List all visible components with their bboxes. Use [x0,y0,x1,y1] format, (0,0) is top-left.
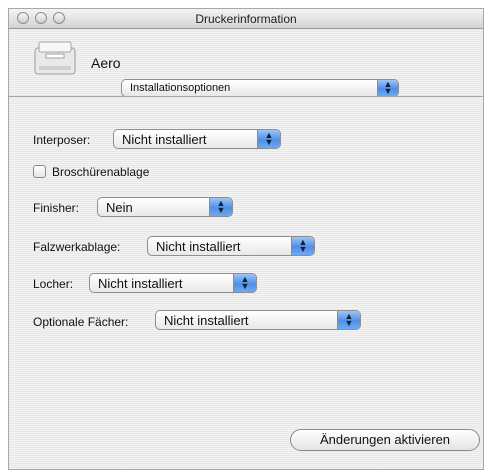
booklet-tray-label[interactable]: Broschürenablage [52,165,149,179]
puncher-value: Nicht installiert [98,275,183,291]
section-selector-popup[interactable]: Installationsoptionen ▲ ▼ [121,79,399,97]
updown-arrows-icon: ▲ ▼ [291,237,314,255]
printer-info-window: Druckerinformation Aero Installationsopt… [8,8,484,470]
updown-arrows-icon: ▲ ▼ [257,130,280,148]
window-title: Druckerinformation [195,12,297,26]
optional-trays-popup[interactable]: Nicht installiert ▲ ▼ [155,310,361,330]
printer-name: Aero [91,55,121,71]
folding-unit-label: Falzwerkablage: [33,240,121,254]
optional-trays-label: Optionale Fächer: [33,315,129,329]
finisher-popup[interactable]: Nein ▲ ▼ [97,197,233,217]
puncher-popup[interactable]: Nicht installiert ▲ ▼ [89,273,257,293]
section-divider [9,96,483,97]
folding-unit-value: Nicht installiert [156,238,241,254]
puncher-label: Locher: [33,277,74,291]
optional-trays-value: Nicht installiert [164,312,249,328]
updown-arrows-icon: ▲ ▼ [337,311,360,329]
apply-changes-button[interactable]: Änderungen aktivieren [290,429,480,451]
folding-unit-popup[interactable]: Nicht installiert ▲ ▼ [147,236,315,256]
interposer-label: Interposer: [33,133,91,147]
section-selector-value: Installationsoptionen [130,82,231,94]
booklet-tray-checkbox[interactable] [33,165,46,178]
finisher-label: Finisher: [33,201,80,215]
updown-arrows-icon: ▲ ▼ [377,80,398,96]
updown-arrows-icon: ▲ ▼ [233,274,256,292]
printer-icon [34,41,76,75]
interposer-value: Nicht installiert [122,131,207,147]
updown-arrows-icon: ▲ ▼ [209,198,232,216]
title-bar[interactable]: Druckerinformation [9,9,483,29]
interposer-popup[interactable]: Nicht installiert ▲ ▼ [113,129,281,149]
finisher-value: Nein [106,199,133,215]
